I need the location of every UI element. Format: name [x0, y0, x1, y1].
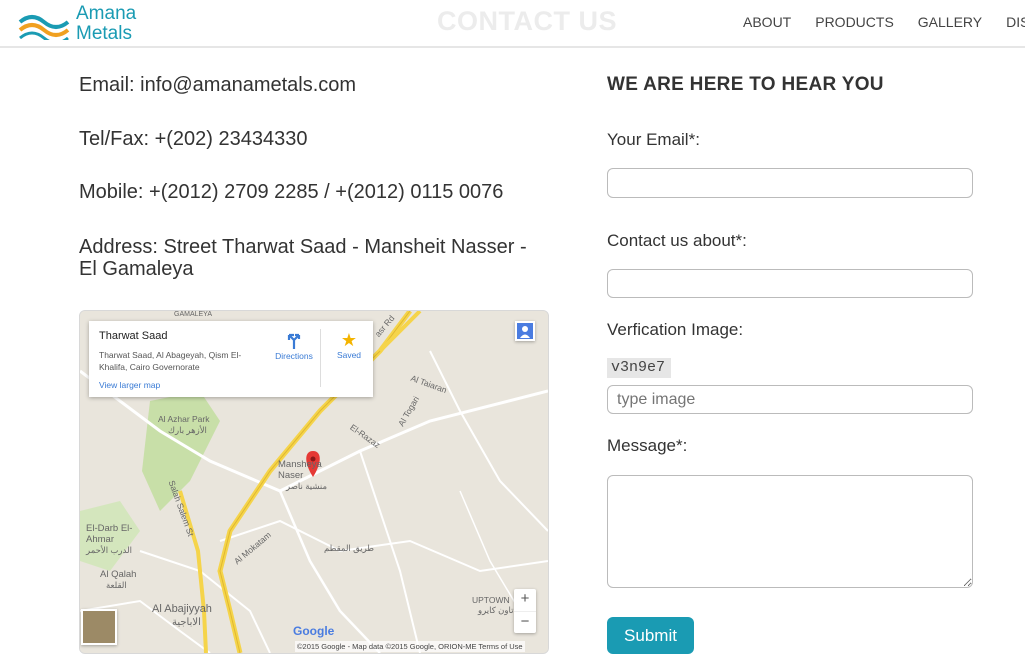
map-attribution: ©2015 Google - Map data ©2015 Google, OR… — [295, 641, 525, 652]
saved-label: Saved — [336, 350, 362, 360]
nav-distributors[interactable]: DISTR — [1006, 14, 1025, 30]
map-label-mokattam-ar: طريق المقطم — [324, 543, 375, 553]
map-card-address: Tharwat Saad, Al Abageyah, Qism El-Khali… — [99, 350, 242, 372]
directions-icon — [287, 333, 301, 349]
logo-waves-icon — [18, 15, 70, 40]
message-textarea[interactable] — [607, 475, 973, 588]
email-field[interactable] — [607, 168, 973, 198]
logo-line-2: Metals — [76, 23, 132, 44]
map-label-al-qalah: Al Qalah — [100, 569, 137, 580]
street-view-pegman-icon[interactable] — [515, 321, 535, 341]
directions-button[interactable]: Directions — [271, 331, 317, 361]
contact-address: Address: Street Tharwat Saad - Mansheit … — [79, 236, 527, 280]
map-label-al-abajiyyah: Al Abajiyyah — [152, 603, 212, 615]
logo-line-1: Amana — [76, 3, 137, 24]
view-larger-map-link[interactable]: View larger map — [99, 380, 160, 390]
contact-about-field[interactable] — [607, 269, 973, 298]
map-label-el-darb-ar: الدرب الأحمر — [86, 545, 132, 555]
map-label-azhar-park: Al Azhar Park — [158, 414, 210, 424]
card-divider — [320, 329, 321, 387]
contact-mobile: Mobile: +(2012) 2709 2285 / +(2012) 0115… — [79, 181, 504, 203]
map-label-azhar-park-ar: الأزهر بارك — [168, 425, 207, 435]
map-label-mansheya: Mansheya Naser — [278, 459, 322, 481]
star-icon: ★ — [340, 330, 358, 350]
submit-button[interactable]: Submit — [607, 617, 694, 654]
google-map[interactable]: Al Azhar Park الأزهر بارك Salah Salem St… — [79, 310, 549, 654]
message-label: Message*: — [607, 436, 688, 455]
map-label-el-darb: El-Darb El-Ahmar — [86, 523, 133, 545]
map-label-al-abajiyyah-ar: الاباجية — [172, 617, 201, 628]
satellite-toggle-thumbnail[interactable] — [81, 609, 117, 645]
email-label: Your Email*: — [607, 130, 700, 149]
map-label-uptown: UPTOWN — [472, 595, 510, 605]
contact-tel: Tel/Fax: +(202) 23434330 — [79, 128, 308, 150]
page-title: CONTACT US — [437, 6, 617, 36]
google-logo: Google — [293, 624, 335, 638]
verification-label: Verfication Image: — [607, 320, 744, 339]
map-info-card: Tharwat Saad Tharwat Saad, Al Abageyah, … — [89, 321, 373, 397]
site-header: Amana Metals CONTACT US ABOUT PRODUCTS G… — [0, 0, 1025, 48]
saved-button[interactable]: ★ Saved — [329, 330, 369, 361]
main-nav: ABOUT PRODUCTS GALLERY DISTR — [743, 14, 1025, 30]
directions-label: Directions — [275, 351, 313, 361]
nav-gallery[interactable]: GALLERY — [918, 14, 982, 30]
contact-email: Email: info@amanametals.com — [79, 74, 357, 96]
map-label-al-qalah-ar: القلعة — [106, 580, 127, 590]
nav-products[interactable]: PRODUCTS — [815, 14, 894, 30]
contact-about-label: Contact us about*: — [607, 231, 747, 250]
zoom-in-button[interactable]: + — [514, 589, 536, 612]
map-card-title: Tharwat Saad — [99, 330, 168, 342]
zoom-out-button[interactable]: − — [514, 612, 536, 634]
captcha-input[interactable] — [607, 385, 973, 414]
form-title: WE ARE HERE TO HEAR YOU — [607, 74, 884, 95]
logo-text: Amana Metals — [76, 4, 136, 44]
logo[interactable]: Amana Metals — [18, 4, 158, 46]
nav-about[interactable]: ABOUT — [743, 14, 791, 30]
map-label-gamaleya: GAMALEYA — [174, 311, 212, 318]
map-label-mansheya-ar: منشية ناصر — [286, 481, 328, 491]
captcha-image: v3n9e7 — [607, 358, 671, 378]
map-zoom-control: + − — [514, 589, 536, 633]
